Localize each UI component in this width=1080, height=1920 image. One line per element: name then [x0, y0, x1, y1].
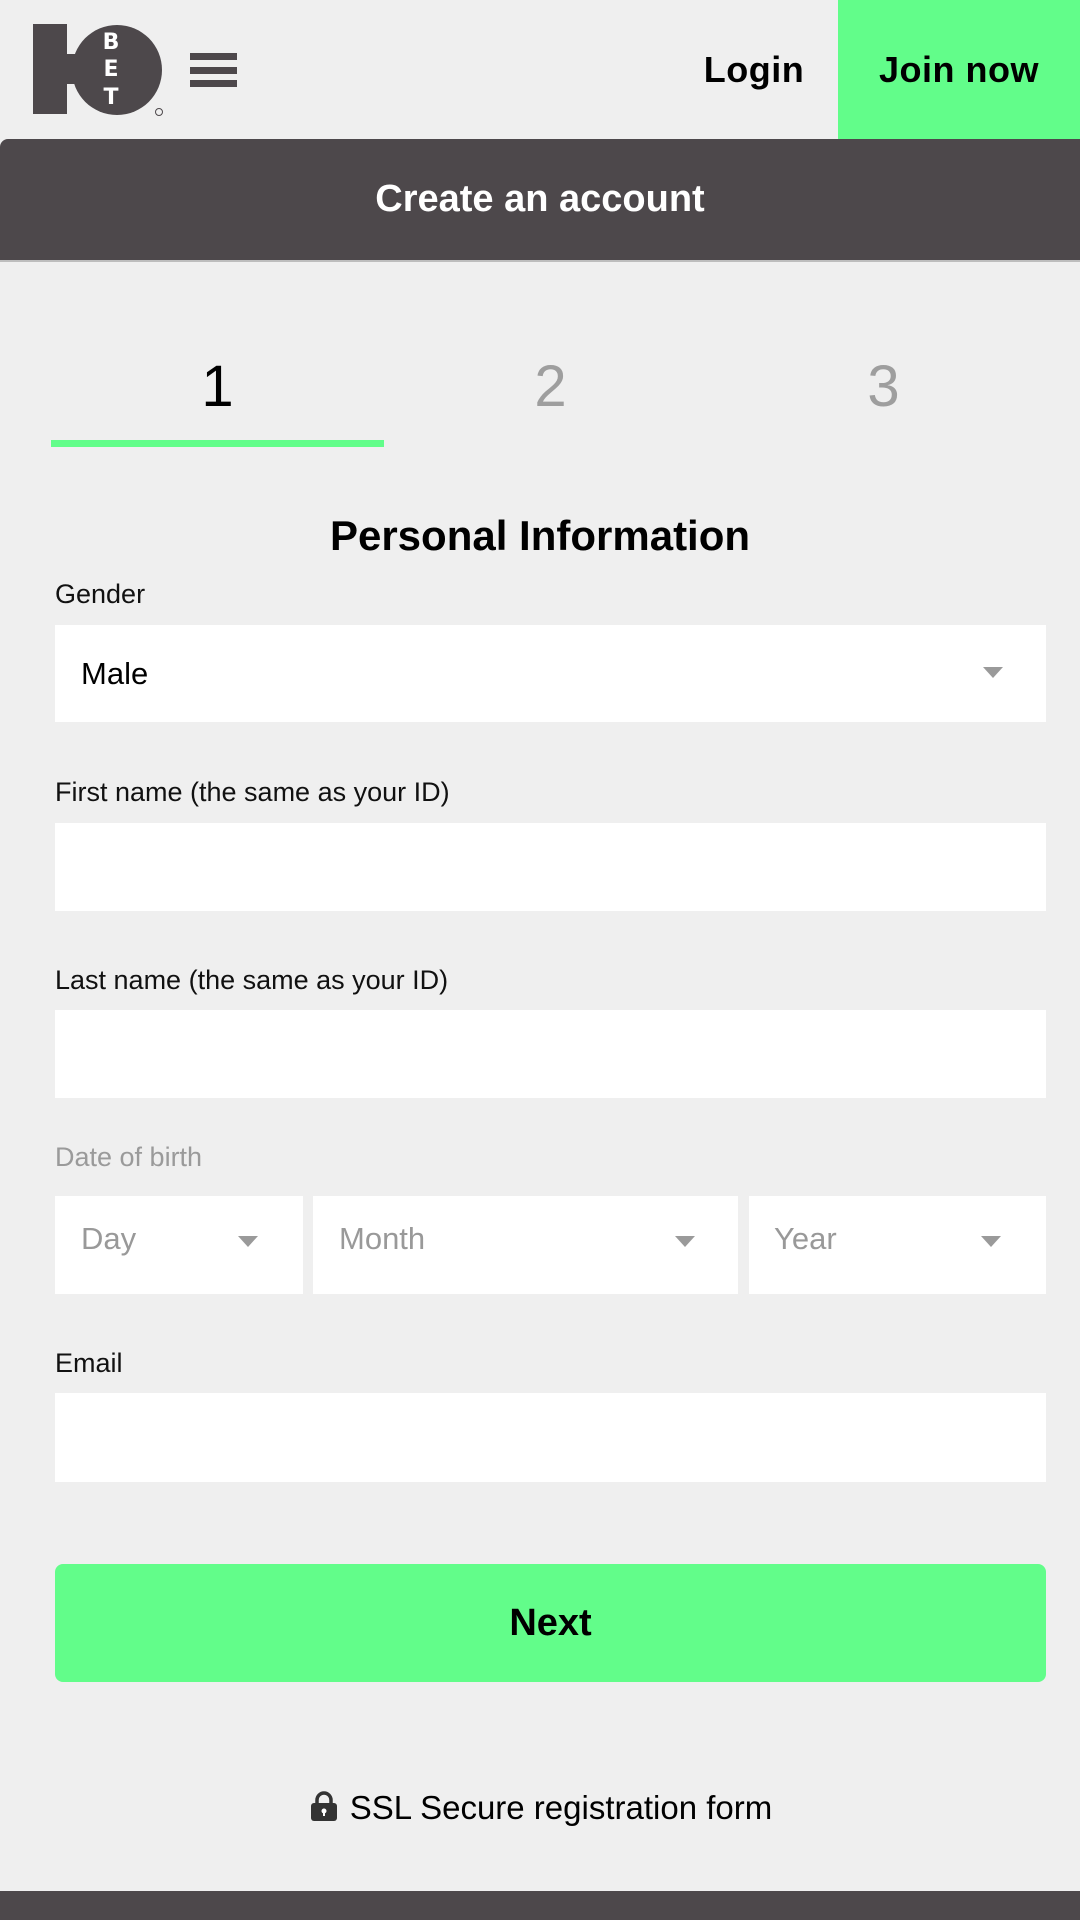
- logo-10bet-icon: B E T: [33, 24, 163, 116]
- join-now-button[interactable]: Join now: [838, 0, 1080, 139]
- hamburger-bar: [190, 80, 237, 87]
- ssl-secure-note: SSL Secure registration form: [0, 1788, 1080, 1828]
- top-header: B E T Login Join now: [0, 0, 1080, 139]
- last-name-input[interactable]: [55, 1010, 1046, 1098]
- first-name-input[interactable]: [55, 823, 1046, 911]
- gender-select-value: Male: [81, 656, 149, 691]
- logo-letter-e: E: [103, 57, 118, 82]
- hamburger-bar: [190, 53, 237, 60]
- last-name-label: Last name (the same as your ID): [55, 965, 449, 995]
- active-step-indicator: [51, 440, 384, 447]
- next-button[interactable]: Next: [55, 1564, 1046, 1682]
- logo-letter-b: B: [103, 30, 120, 55]
- step-tab-3: 3: [867, 354, 900, 419]
- create-account-title-bar: Create an account: [0, 139, 1080, 262]
- chevron-down-icon: [238, 1236, 258, 1247]
- dob-month-placeholder: Month: [339, 1221, 426, 1256]
- hamburger-bar: [190, 67, 237, 74]
- section-title: Personal Information: [329, 512, 751, 559]
- brand-logo[interactable]: B E T: [33, 24, 163, 120]
- chevron-down-icon: [983, 667, 1003, 678]
- ssl-text: SSL Secure registration form: [349, 1789, 773, 1826]
- dob-day-select[interactable]: Day: [55, 1196, 303, 1294]
- chevron-down-icon: [675, 1236, 695, 1247]
- dob-year-select[interactable]: Year: [749, 1196, 1046, 1294]
- page-title: Create an account: [375, 178, 705, 220]
- dob-day-placeholder: Day: [81, 1221, 137, 1256]
- login-button[interactable]: Login: [690, 40, 818, 100]
- hamburger-menu-icon[interactable]: [190, 50, 237, 90]
- chevron-down-icon: [981, 1236, 1001, 1247]
- date-of-birth-label: Date of birth: [55, 1142, 203, 1172]
- lock-icon: [308, 1790, 340, 1822]
- step-tab-2: 2: [534, 354, 567, 419]
- logo-letter-t: T: [103, 85, 118, 110]
- dob-month-select[interactable]: Month: [313, 1196, 738, 1294]
- step-tab-1: 1: [201, 354, 234, 419]
- email-label: Email: [55, 1348, 123, 1378]
- gender-label: Gender: [55, 579, 146, 609]
- dob-year-placeholder: Year: [774, 1221, 837, 1256]
- email-input[interactable]: [55, 1393, 1046, 1482]
- first-name-label: First name (the same as your ID): [55, 777, 450, 807]
- footer-bar: [0, 1891, 1080, 1920]
- gender-select[interactable]: Male: [55, 625, 1046, 722]
